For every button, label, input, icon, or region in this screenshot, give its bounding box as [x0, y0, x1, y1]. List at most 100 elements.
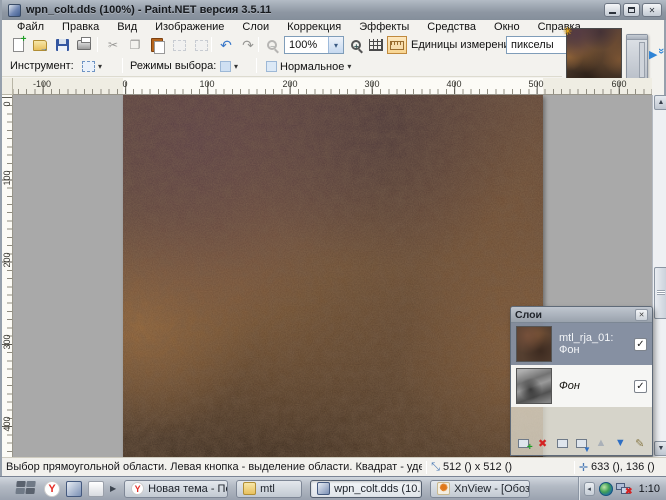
current-tool-button[interactable]: ▾ — [78, 57, 106, 76]
layers-palette[interactable]: Слои ✕ mtl_rja_01: Фон ✓ Фон ✓ + ✖ ▼ ▲ ▼… — [510, 306, 653, 456]
layers-palette-titlebar[interactable]: Слои ✕ — [511, 307, 652, 323]
collapsed-panel[interactable] — [626, 34, 648, 82]
ruler-label: 500 — [528, 79, 543, 89]
rust-noise-overlay — [123, 95, 543, 457]
copy-button[interactable]: ❐ — [125, 36, 145, 54]
paste-button[interactable] — [147, 36, 167, 54]
grid-icon — [369, 39, 383, 51]
restore-button[interactable] — [623, 3, 640, 17]
menu-edit[interactable]: Правка — [53, 21, 108, 33]
menu-image[interactable]: Изображение — [146, 21, 233, 33]
move-layer-down-button[interactable]: ▼ — [612, 435, 628, 451]
menu-file[interactable]: Файл — [8, 21, 53, 33]
quicklaunch-app-icon[interactable] — [88, 481, 104, 497]
start-button[interactable] — [15, 481, 37, 496]
scroll-up-button[interactable]: ▲ — [654, 95, 666, 110]
ruler-label: 200 — [2, 252, 12, 268]
yandex-icon: Y — [131, 482, 144, 495]
ruler-corner — [2, 78, 13, 95]
menu-adjustments[interactable]: Коррекция — [278, 21, 350, 33]
new-file-button[interactable]: + — [8, 36, 28, 54]
taskbar-item-label: Новая тема - По... — [148, 483, 228, 495]
flood-mode-value: Нормальное — [280, 61, 344, 73]
undo-button[interactable]: ↶ — [216, 36, 236, 54]
scroll-down-button[interactable]: ▼ — [654, 441, 666, 456]
taskbar-item-xnview[interactable]: ✺ XnView - [Обозр... — [430, 480, 530, 498]
down-arrow-icon: ▼ — [615, 437, 626, 449]
layers-close-button[interactable]: ✕ — [635, 309, 648, 321]
zoom-out-icon: − — [267, 40, 277, 50]
layer-properties-button[interactable]: ✎ — [632, 435, 648, 451]
quicklaunch-paint-net-icon[interactable] — [66, 481, 82, 497]
ruler-label: 0 — [122, 79, 127, 89]
layer-row-fon[interactable]: Фон ✓ — [511, 365, 652, 407]
window-title: wpn_colt.dds (100%) - Paint.NET версия 3… — [26, 4, 271, 16]
delete-icon: ✖ — [538, 437, 547, 450]
ruler-label: 600 — [611, 79, 626, 89]
scrollbar-thumb[interactable] — [654, 267, 666, 319]
quicklaunch-yandex-icon[interactable]: Y — [44, 481, 60, 497]
menu-window[interactable]: Окно — [485, 21, 529, 33]
paint-net-app-icon — [8, 4, 21, 17]
menu-layers[interactable]: Слои — [233, 21, 278, 33]
save-button[interactable] — [52, 36, 72, 54]
close-button[interactable]: ✕ — [642, 3, 662, 17]
taskbar-item-forum[interactable]: Y Новая тема - По... — [124, 480, 228, 498]
menu-utilities[interactable]: Средства — [418, 21, 485, 33]
deselect-icon — [195, 40, 208, 51]
menu-effects[interactable]: Эффекты — [350, 21, 418, 33]
taskbar-item-mtl-folder[interactable]: mtl — [236, 480, 302, 498]
quicklaunch-expand-icon[interactable]: ▶ — [110, 484, 116, 493]
ruler-label: 100 — [2, 170, 12, 186]
zoom-out-button[interactable]: − — [262, 36, 282, 54]
new-file-icon: + — [13, 38, 24, 52]
add-layer-icon: + — [518, 439, 529, 448]
selection-mode-button[interactable]: ▾ — [216, 57, 242, 76]
add-layer-button[interactable]: + — [515, 435, 531, 451]
expand-down-icon[interactable]: » — [655, 48, 666, 52]
canvas-image[interactable] — [123, 95, 543, 457]
network-disconnected-icon[interactable]: ✖ — [616, 483, 631, 495]
minimize-button[interactable] — [604, 3, 621, 17]
zoom-level-combo[interactable]: 100% ▾ — [284, 36, 344, 54]
paint-net-window: wpn_colt.dds (100%) - Paint.NET версия 3… — [0, 0, 666, 476]
toolbar-separator — [256, 58, 257, 73]
deselect-button[interactable] — [191, 36, 211, 54]
layer-visibility-checkbox[interactable]: ✓ — [634, 380, 647, 393]
taskbar-item-label: mtl — [260, 483, 275, 495]
print-button[interactable] — [74, 36, 94, 54]
collapsed-panel-scrollbar — [639, 42, 645, 78]
check-icon: ✓ — [636, 381, 644, 392]
close-icon: ✕ — [649, 6, 656, 15]
redo-button[interactable]: ↷ — [238, 36, 258, 54]
globe-tray-icon[interactable] — [599, 482, 613, 496]
taskbar-item-label: wpn_colt.dds (10... — [334, 483, 422, 495]
open-image-thumbnail[interactable] — [566, 28, 622, 80]
zoom-in-button[interactable]: + — [346, 36, 366, 54]
save-icon — [56, 39, 69, 51]
image-size-panel: ⤡ 512 () x 512 () — [431, 461, 570, 474]
vertical-scrollbar[interactable]: ▲ ▼ — [652, 95, 666, 457]
layer-visibility-checkbox[interactable]: ✓ — [634, 338, 647, 351]
undo-icon: ↶ — [220, 37, 232, 54]
title-bar[interactable]: wpn_colt.dds (100%) - Paint.NET версия 3… — [2, 0, 666, 20]
cut-button[interactable]: ✂ — [103, 36, 123, 54]
scrollbar-grip — [657, 290, 665, 295]
layer-row-mtl-rja-01[interactable]: mtl_rja_01: Фон ✓ — [511, 323, 652, 365]
tray-collapse-button[interactable]: ◂ — [584, 482, 595, 496]
units-label: Единицы измерения: — [411, 39, 519, 51]
crop-button[interactable] — [169, 36, 189, 54]
toolbar-separator — [97, 37, 98, 52]
grid-toggle-button[interactable] — [366, 36, 386, 54]
flood-mode-button[interactable]: Нормальное ▾ — [262, 57, 355, 76]
duplicate-layer-button[interactable] — [554, 435, 570, 451]
ruler-toggle-button[interactable] — [387, 36, 407, 54]
units-value: пикселы — [511, 39, 554, 51]
merge-layer-down-button[interactable]: ▼ — [573, 435, 589, 451]
delete-layer-button[interactable]: ✖ — [534, 435, 550, 451]
ruler-label: 400 — [2, 416, 12, 432]
open-file-button[interactable] — [30, 36, 50, 54]
move-layer-up-button[interactable]: ▲ — [593, 435, 609, 451]
menu-view[interactable]: Вид — [108, 21, 146, 33]
taskbar-item-paint-net[interactable]: wpn_colt.dds (10... — [310, 480, 422, 498]
